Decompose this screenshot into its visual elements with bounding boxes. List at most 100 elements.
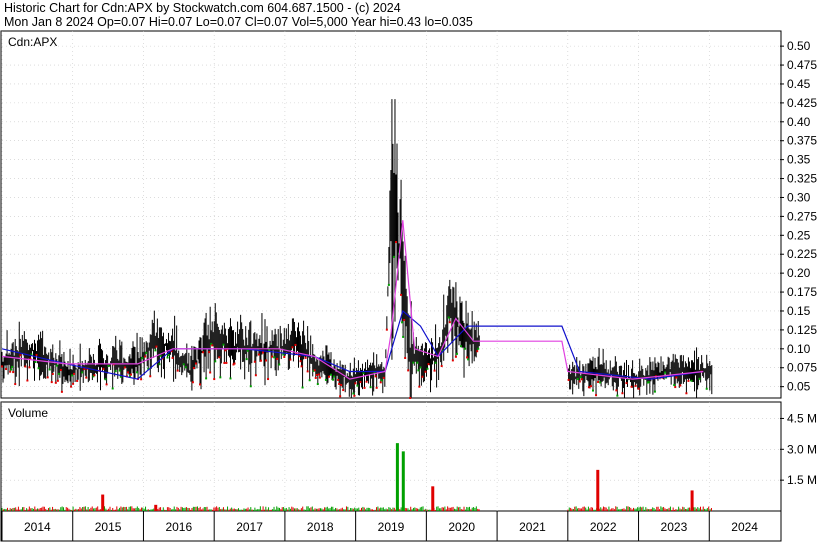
price-mark [385, 328, 388, 331]
year-tick-label: 2020 [448, 520, 475, 534]
price-mark [222, 343, 225, 346]
price-mark [81, 371, 84, 374]
price-mark [380, 379, 383, 382]
price-mark [19, 354, 22, 357]
price-mark [690, 379, 693, 382]
price-mark [454, 355, 457, 358]
price-mark [315, 373, 318, 376]
price-tick-label: 0.25 [787, 228, 811, 242]
price-mark [314, 376, 317, 379]
price-mark [356, 384, 359, 387]
price-mark [182, 363, 185, 366]
price-mark [330, 373, 333, 376]
price-mark [149, 375, 152, 378]
volume-tick-label: 4.5 M [787, 411, 817, 425]
price-mark [317, 373, 320, 376]
price-mark [679, 384, 682, 387]
price-mark [54, 381, 57, 384]
price-mark [158, 363, 161, 366]
price-mark [375, 386, 378, 389]
volume-axis-ticks: 4.5 M 3.0 M 1.5 M [780, 411, 817, 487]
price-mark [382, 376, 385, 379]
price-tick-label: 0.15 [787, 304, 811, 318]
price-mark [155, 345, 158, 348]
price-tick-label: 0.35 [787, 153, 811, 167]
price-mark [72, 382, 75, 385]
price-mark [141, 357, 144, 360]
price-mark [675, 376, 678, 379]
price-mark [673, 384, 676, 387]
chart-canvas: 0.50 0.475 0.45 0.425 0.40 0.375 0.35 0.325 0.30… [0, 30, 817, 542]
price-tick-label: 0.275 [787, 209, 817, 223]
price-tick-label: 0.425 [787, 96, 817, 110]
price-mark [191, 381, 194, 384]
price-mark [104, 378, 107, 381]
price-mark [60, 390, 63, 393]
price-mark [123, 366, 126, 369]
price-mark [254, 374, 257, 377]
price-mark [299, 360, 302, 363]
price-tick-label: 0.475 [787, 58, 817, 72]
price-mark [333, 375, 336, 378]
price-mark [59, 368, 62, 371]
price-mark [440, 365, 443, 368]
price-mark [140, 378, 143, 381]
price-mark [416, 361, 419, 364]
price-mark [404, 356, 407, 359]
price-mark [118, 369, 121, 372]
price-mark [76, 379, 79, 382]
price-mark [327, 375, 330, 378]
price-mark [362, 372, 365, 375]
price-tick-label: 0.175 [787, 285, 817, 299]
price-mark [282, 353, 285, 356]
price-tick-label: 0.375 [787, 134, 817, 148]
price-mark [339, 395, 342, 398]
price-mark [332, 378, 335, 381]
price-mark [202, 351, 205, 354]
price-mark [199, 383, 202, 386]
price-mark [402, 335, 405, 338]
price-mark [687, 379, 690, 382]
price-mark [369, 386, 372, 389]
price-mark [171, 356, 174, 359]
price-mark [578, 380, 581, 383]
price-tick-label: 0.30 [787, 190, 811, 204]
price-mark [267, 378, 270, 381]
price-mark [313, 369, 316, 372]
price-mark [653, 390, 656, 393]
price-mark [637, 387, 640, 390]
volume-tick-label: 3.0 M [787, 442, 817, 456]
price-mark [223, 361, 226, 364]
volume-spike [690, 490, 694, 511]
price-tick-label: 0.125 [787, 323, 817, 337]
price-mark [615, 389, 618, 392]
price-mark [407, 369, 410, 372]
price-mark [705, 387, 708, 390]
price-mark [392, 255, 395, 258]
price-mark [37, 367, 40, 370]
price-mark [126, 371, 129, 374]
year-tick-label: 2014 [24, 520, 51, 534]
price-mark [427, 363, 430, 366]
price-mark [278, 363, 281, 366]
price-mark [353, 394, 356, 397]
year-tick-label: 2017 [236, 520, 263, 534]
price-mark [289, 358, 292, 361]
price-mark [107, 364, 110, 367]
price-mark [424, 370, 427, 373]
price-mark [205, 377, 208, 380]
price-mark [338, 382, 341, 385]
price-mark [214, 360, 217, 363]
price-mark [409, 397, 412, 399]
price-mark [48, 368, 51, 371]
volume-spike [395, 443, 399, 511]
volume-panel-label: Volume [8, 406, 48, 420]
price-mark [154, 349, 157, 352]
price-mark [379, 381, 382, 384]
year-tick-label: 2018 [307, 520, 334, 534]
price-mark [318, 376, 321, 379]
price-mark [674, 386, 677, 389]
price-mark [167, 353, 170, 356]
year-tick-label: 2022 [590, 520, 617, 534]
price-mark [324, 378, 327, 381]
